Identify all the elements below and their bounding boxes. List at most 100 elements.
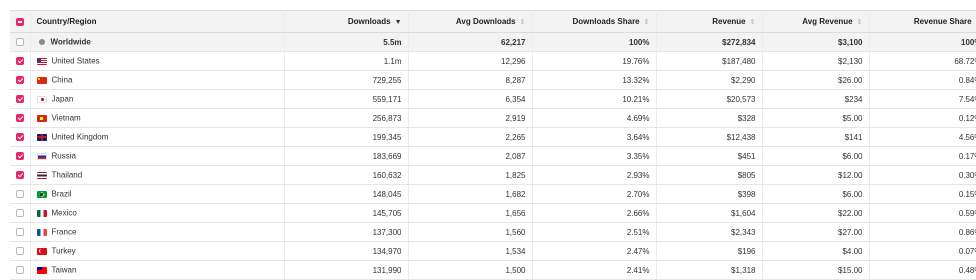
country-cell: Vietnam [30, 109, 284, 128]
row-checkbox-cell[interactable] [10, 185, 30, 204]
row-checkbox-cell[interactable] [10, 71, 30, 90]
column-header-revenue[interactable]: Revenue ⇕ [656, 11, 762, 33]
row-checkbox[interactable] [16, 133, 24, 141]
country-name: Mexico [52, 209, 77, 218]
avg-revenue-cell: $2,130 [762, 52, 869, 71]
column-header-revenue-share[interactable]: Revenue Share⇕ [869, 11, 976, 33]
row-checkbox[interactable] [16, 228, 24, 236]
select-all-checkbox[interactable] [16, 18, 24, 26]
avg-downloads-cell: 1,656 [408, 204, 532, 223]
revenue-cell: $398 [656, 185, 762, 204]
column-header-downloads-share[interactable]: Downloads Share⇕ [532, 11, 656, 33]
downloads-cell: 256,873 [284, 109, 408, 128]
table-row[interactable]: Brazil148,0451,6822.70%$398$6.000.15% [10, 185, 976, 204]
column-header-downloads[interactable]: Downloads ▼ [284, 11, 408, 33]
globe-icon [39, 39, 45, 45]
table-row[interactable]: France137,3001,5602.51%$2,343$27.000.86% [10, 223, 976, 242]
row-checkbox[interactable] [16, 95, 24, 103]
downloads-cell: 134,970 [284, 242, 408, 261]
revenue-share-cell: 0.07% [869, 242, 976, 261]
column-header-avg-downloads[interactable]: Avg Downloads⇕ [408, 11, 532, 33]
flag-vn-icon [37, 115, 47, 122]
country-name: Worldwide [51, 38, 91, 47]
country-name: Taiwan [52, 266, 77, 275]
row-checkbox-cell[interactable] [10, 166, 30, 185]
row-checkbox[interactable] [16, 57, 24, 65]
downloads-cell: 148,045 [284, 185, 408, 204]
revenue-cell: $187,480 [656, 52, 762, 71]
table-row[interactable]: Russia183,6692,0873.35%$451$6.000.17% [10, 147, 976, 166]
revenue-cell: $805 [656, 166, 762, 185]
revenue-share-cell: 0.84% [869, 71, 976, 90]
country-cell: Worldwide [30, 33, 284, 52]
row-checkbox[interactable] [16, 247, 24, 255]
downloads-cell: 137,300 [284, 223, 408, 242]
top-strip [10, 0, 968, 10]
table-row[interactable]: Vietnam256,8732,9194.69%$328$5.000.12% [10, 109, 976, 128]
downloads-share-cell: 19.76% [532, 52, 656, 71]
revenue-share-cell: 0.48% [869, 261, 976, 280]
table-row[interactable]: Taiwan131,9901,5002.41%$1,318$15.000.48% [10, 261, 976, 280]
table-row[interactable]: Turkey134,9701,5342.47%$196$4.000.07% [10, 242, 976, 261]
revenue-share-cell: 0.86% [869, 223, 976, 242]
row-checkbox-cell[interactable] [10, 223, 30, 242]
revenue-cell: $12,438 [656, 128, 762, 147]
row-checkbox-cell[interactable] [10, 90, 30, 109]
row-checkbox[interactable] [16, 76, 24, 84]
table-header-row: Country/Region Downloads ▼ Avg Downloads⇕… [10, 11, 976, 33]
row-checkbox-cell[interactable] [10, 33, 30, 52]
row-checkbox[interactable] [16, 114, 24, 122]
sort-icon[interactable]: ⇕ [520, 18, 526, 26]
downloads-share-cell: 3.64% [532, 128, 656, 147]
sort-icon[interactable]: ⇕ [750, 18, 756, 26]
revenue-cell: $20,573 [656, 90, 762, 109]
country-cell: Taiwan [30, 261, 284, 280]
row-checkbox-cell[interactable] [10, 242, 30, 261]
table-row[interactable]: Thailand160,6321,8252.93%$805$12.000.30% [10, 166, 976, 185]
column-header-avg-revenue[interactable]: Avg Revenue⇕ [762, 11, 869, 33]
revenue-cell: $328 [656, 109, 762, 128]
row-checkbox-cell[interactable] [10, 109, 30, 128]
country-name: Thailand [52, 171, 83, 180]
row-checkbox[interactable] [16, 152, 24, 160]
avg-revenue-cell: $141 [762, 128, 869, 147]
flag-jp-icon [37, 96, 47, 103]
row-checkbox[interactable] [16, 209, 24, 217]
row-checkbox[interactable] [16, 38, 24, 46]
table-row[interactable]: Japan559,1716,35410.21%$20,573$2347.54% [10, 90, 976, 109]
country-name: Russia [52, 152, 76, 161]
flag-cn-icon [37, 77, 47, 84]
row-checkbox-cell[interactable] [10, 204, 30, 223]
row-checkbox-cell[interactable] [10, 147, 30, 166]
avg-downloads-cell: 62,217 [408, 33, 532, 52]
table-row-worldwide[interactable]: Worldwide 5.5m 62,217 100% $272,834 $3,1… [10, 33, 976, 52]
column-header-country[interactable]: Country/Region [30, 11, 284, 33]
row-checkbox[interactable] [16, 171, 24, 179]
avg-downloads-cell: 12,296 [408, 52, 532, 71]
select-all-checkbox-cell[interactable] [10, 11, 30, 33]
column-header-revenue-label: Revenue [712, 17, 745, 26]
row-checkbox[interactable] [16, 190, 24, 198]
country-cell: Turkey [30, 242, 284, 261]
table-row[interactable]: United Kingdom199,3452,2653.64%$12,438$1… [10, 128, 976, 147]
avg-downloads-cell: 1,682 [408, 185, 532, 204]
table-row[interactable]: China729,2558,28713.32%$2,290$26.000.84% [10, 71, 976, 90]
avg-revenue-cell: $4.00 [762, 242, 869, 261]
revenue-share-cell: 100% [869, 33, 976, 52]
column-header-revenue-share-label: Revenue Share [914, 17, 972, 26]
table-row[interactable]: United States1.1m12,29619.76%$187,480$2,… [10, 52, 976, 71]
sort-icon[interactable]: ⇕ [644, 18, 650, 26]
row-checkbox-cell[interactable] [10, 261, 30, 280]
sort-descending-icon[interactable]: ▼ [395, 19, 402, 26]
avg-downloads-cell: 1,500 [408, 261, 532, 280]
avg-revenue-cell: $22.00 [762, 204, 869, 223]
country-cell: United States [30, 52, 284, 71]
sort-icon[interactable]: ⇕ [857, 18, 863, 26]
table-row[interactable]: Mexico145,7051,6562.66%$1,604$22.000.59% [10, 204, 976, 223]
flag-ru-icon [37, 153, 47, 160]
table-body: Worldwide 5.5m 62,217 100% $272,834 $3,1… [10, 33, 976, 280]
downloads-share-cell: 2.41% [532, 261, 656, 280]
row-checkbox-cell[interactable] [10, 128, 30, 147]
row-checkbox-cell[interactable] [10, 52, 30, 71]
column-header-downloads-label: Downloads [348, 17, 391, 26]
